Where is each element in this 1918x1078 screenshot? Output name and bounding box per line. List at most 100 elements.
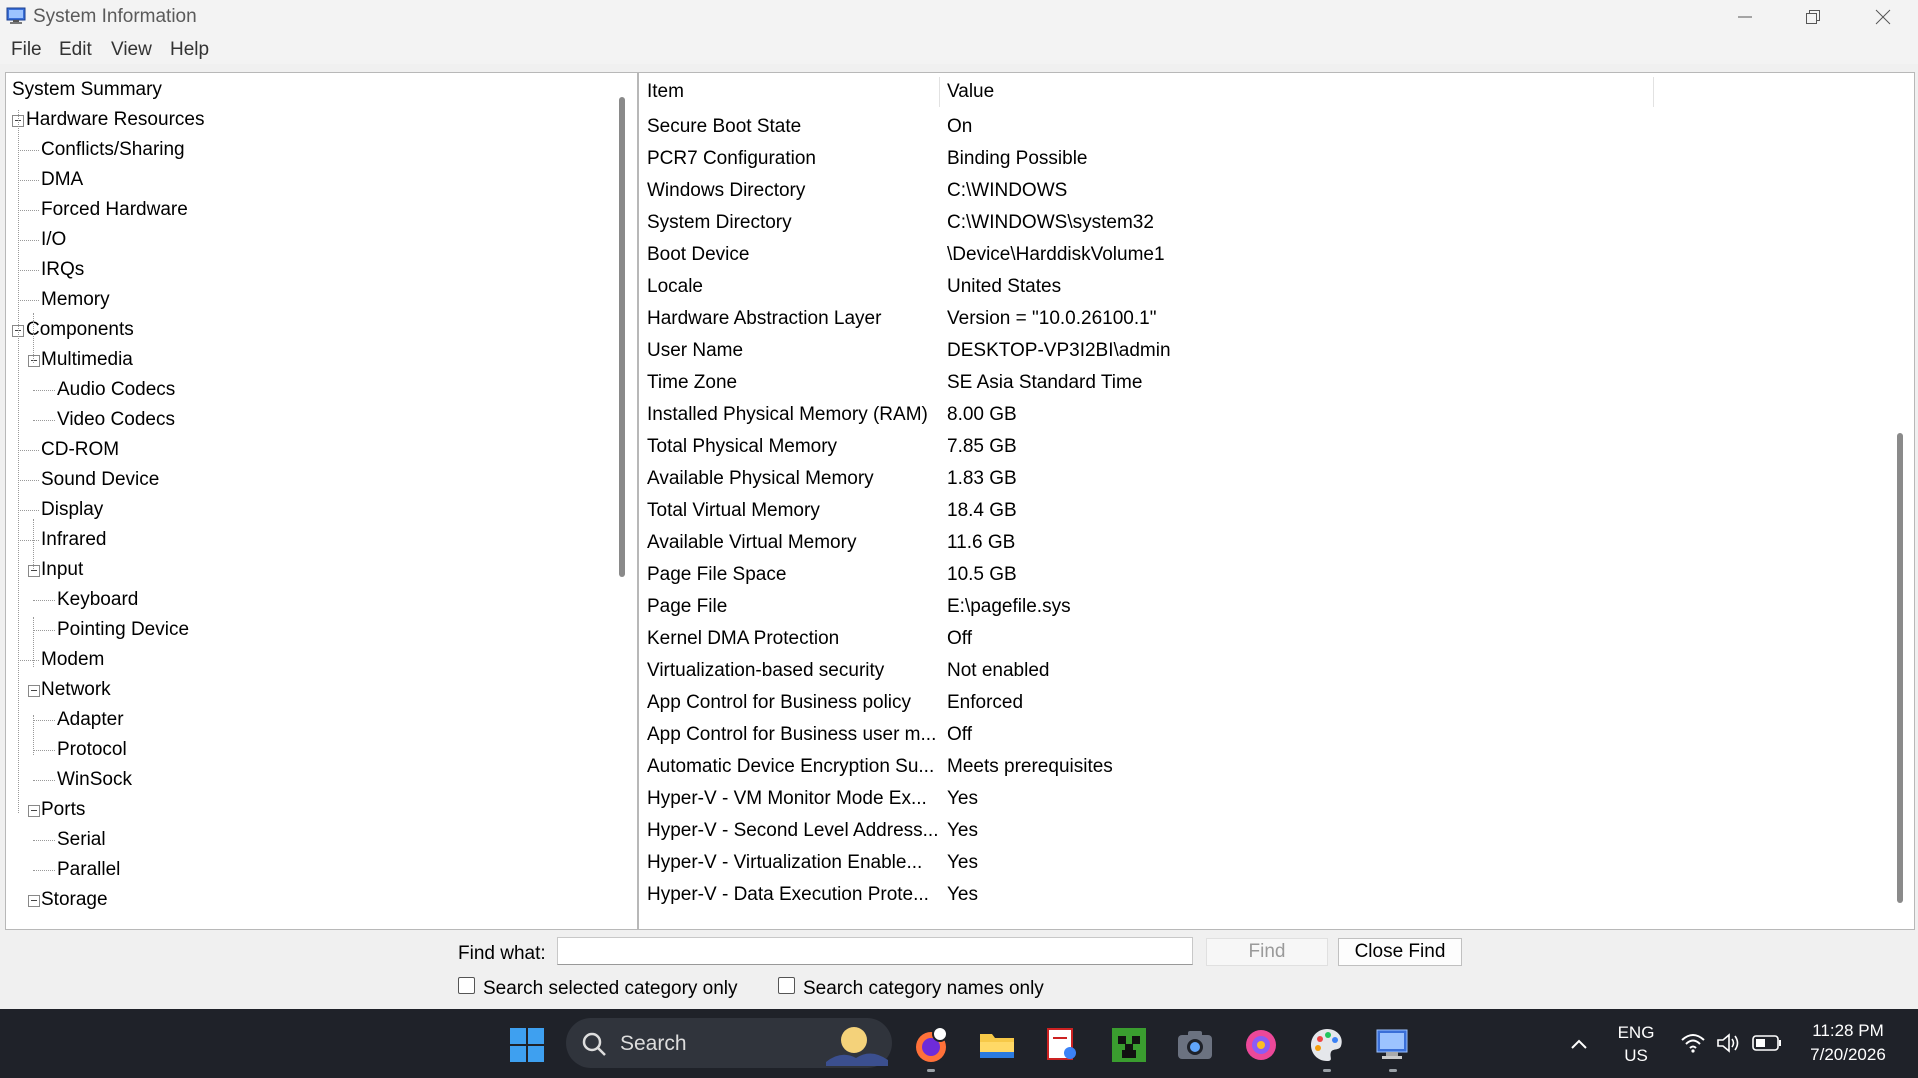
search-selected-category-checkbox[interactable] [458, 977, 475, 994]
restore-button[interactable] [1778, 0, 1848, 34]
clock-date[interactable]: 7/20/2026 [1798, 1045, 1898, 1065]
table-row[interactable]: Total Virtual Memory 18.4 GB [639, 495, 1894, 527]
table-row[interactable]: Kernel DMA Protection Off [639, 623, 1894, 655]
tree-item-dma[interactable]: DMA [6, 165, 606, 195]
table-row[interactable]: App Control for Business user m... Off [639, 719, 1894, 751]
find-button[interactable]: Find [1206, 938, 1328, 966]
system-information-taskbar-icon[interactable] [1374, 1026, 1412, 1064]
tree-item-memory[interactable]: Memory [6, 285, 606, 315]
menu-help[interactable]: Help [170, 39, 209, 61]
tree-item-video-codecs[interactable]: Video Codecs [6, 405, 606, 435]
chevron-up-icon[interactable] [1569, 1034, 1589, 1054]
battery-icon[interactable] [1752, 1034, 1782, 1052]
column-separator[interactable] [939, 77, 940, 107]
tree-item-infrared[interactable]: Infrared [6, 525, 606, 555]
row-value: Off [947, 724, 972, 745]
clock-time[interactable]: 11:28 PM [1798, 1021, 1898, 1041]
table-row[interactable]: User Name DESKTOP-VP3I2BI\admin [639, 335, 1894, 367]
tree-item-pointing-device[interactable]: Pointing Device [6, 615, 606, 645]
tree-item-audio-codecs[interactable]: Audio Codecs [6, 375, 606, 405]
tree-item-components[interactable]: Components [6, 315, 606, 345]
column-header-value[interactable]: Value [947, 81, 994, 103]
tree-item-display[interactable]: Display [6, 495, 606, 525]
wifi-icon[interactable] [1680, 1032, 1706, 1054]
table-row[interactable]: Virtualization-based security Not enabled [639, 655, 1894, 687]
tree-item-i-o[interactable]: I/O [6, 225, 606, 255]
tree-connector [18, 480, 39, 481]
snipping-tool-icon[interactable] [1044, 1026, 1082, 1064]
row-value: United States [947, 276, 1062, 297]
firefox-icon[interactable] [912, 1026, 950, 1064]
tree-item-network[interactable]: Network [6, 675, 606, 705]
close-find-button[interactable]: Close Find [1338, 938, 1462, 966]
category-tree[interactable]: System Summary Hardware Resources Conflict… [5, 72, 638, 930]
find-input[interactable] [557, 937, 1193, 965]
column-separator[interactable] [1653, 77, 1654, 107]
language-indicator[interactable]: ENG [1610, 1023, 1662, 1043]
table-row[interactable]: Hyper-V - Data Execution Prote... Yes [639, 879, 1894, 911]
table-row[interactable]: Secure Boot State On [639, 111, 1894, 143]
table-scrollbar[interactable] [1897, 433, 1903, 903]
tree-scrollbar[interactable] [619, 97, 625, 577]
search-category-names-checkbox[interactable] [778, 977, 795, 994]
table-row[interactable]: Time Zone SE Asia Standard Time [639, 367, 1894, 399]
paint-icon[interactable] [1308, 1026, 1346, 1064]
table-row[interactable]: Hyper-V - Second Level Address... Yes [639, 815, 1894, 847]
minecraft-icon[interactable] [1110, 1026, 1148, 1064]
table-row[interactable]: Hyper-V - VM Monitor Mode Ex... Yes [639, 783, 1894, 815]
table-row[interactable]: Total Physical Memory 7.85 GB [639, 431, 1894, 463]
collapse-icon[interactable] [28, 685, 40, 697]
tree-item-conflicts-sharing[interactable]: Conflicts/Sharing [6, 135, 606, 165]
table-row[interactable]: Hyper-V - Virtualization Enable... Yes [639, 847, 1894, 879]
table-row[interactable]: Available Physical Memory 1.83 GB [639, 463, 1894, 495]
tree-item-winsock[interactable]: WinSock [6, 765, 606, 795]
tree-item-modem[interactable]: Modem [6, 645, 606, 675]
collapse-icon[interactable] [28, 805, 40, 817]
tree-item-irqs[interactable]: IRQs [6, 255, 606, 285]
table-row[interactable]: Locale United States [639, 271, 1894, 303]
table-row[interactable]: Installed Physical Memory (RAM) 8.00 GB [639, 399, 1894, 431]
collapse-icon[interactable] [28, 565, 40, 577]
table-row[interactable]: System Directory C:\WINDOWS\system32 [639, 207, 1894, 239]
tree-item-input[interactable]: Input [6, 555, 606, 585]
close-window-button[interactable] [1848, 0, 1918, 34]
table-row[interactable]: Page File Space 10.5 GB [639, 559, 1894, 591]
minimize-button[interactable] [1710, 0, 1780, 34]
table-row[interactable]: Boot Device \Device\HarddiskVolume1 [639, 239, 1894, 271]
row-value: 1.83 GB [947, 468, 1017, 489]
file-explorer-icon[interactable] [978, 1026, 1016, 1064]
tree-connector [18, 660, 39, 661]
tree-item-parallel[interactable]: Parallel [6, 855, 606, 885]
table-row[interactable]: Windows Directory C:\WINDOWS [639, 175, 1894, 207]
tree-item-multimedia[interactable]: Multimedia [6, 345, 606, 375]
start-icon[interactable] [508, 1026, 546, 1064]
tree-item-hardware-resources[interactable]: Hardware Resources [6, 105, 606, 135]
tree-item-adapter[interactable]: Adapter [6, 705, 606, 735]
collapse-icon[interactable] [28, 355, 40, 367]
collapse-icon[interactable] [28, 895, 40, 907]
table-row[interactable]: Page File E:\pagefile.sys [639, 591, 1894, 623]
tree-item-ports[interactable]: Ports [6, 795, 606, 825]
tree-item-keyboard[interactable]: Keyboard [6, 585, 606, 615]
table-row[interactable]: Hardware Abstraction Layer Version = "10.… [639, 303, 1894, 335]
tree-item-storage[interactable]: Storage [6, 885, 606, 915]
photo-app-icon[interactable] [1242, 1026, 1280, 1064]
menu-view[interactable]: View [111, 39, 152, 61]
tree-item-protocol[interactable]: Protocol [6, 735, 606, 765]
table-row[interactable]: Available Virtual Memory 11.6 GB [639, 527, 1894, 559]
table-row[interactable]: PCR7 Configuration Binding Possible [639, 143, 1894, 175]
tree-item-system-summary[interactable]: System Summary [6, 75, 606, 105]
tree-item-cd-rom[interactable]: CD-ROM [6, 435, 606, 465]
tree-item-serial[interactable]: Serial [6, 825, 606, 855]
column-header-item[interactable]: Item [647, 81, 684, 103]
camera-icon[interactable] [1176, 1026, 1214, 1064]
tree-item-sound-device[interactable]: Sound Device [6, 465, 606, 495]
menu-file[interactable]: File [11, 39, 42, 61]
menu-edit[interactable]: Edit [59, 39, 92, 61]
region-indicator[interactable]: US [1610, 1046, 1662, 1066]
table-row[interactable]: Automatic Device Encryption Su... Meets p… [639, 751, 1894, 783]
tree-item-forced-hardware[interactable]: Forced Hardware [6, 195, 606, 225]
row-value: Yes [947, 820, 978, 841]
table-row[interactable]: App Control for Business policy Enforced [639, 687, 1894, 719]
volume-icon[interactable] [1716, 1032, 1742, 1054]
